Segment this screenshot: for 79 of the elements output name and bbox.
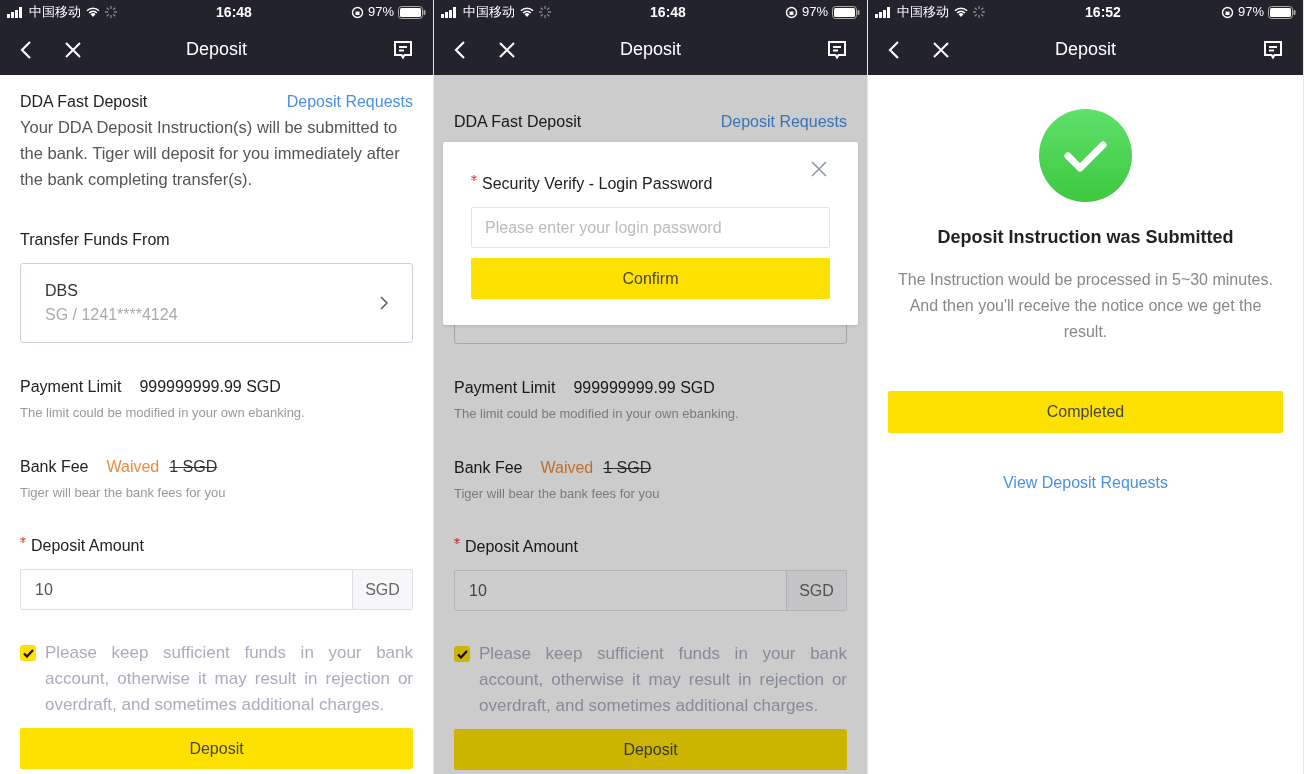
account-number: SG / 1241****4124 [45, 305, 178, 325]
completed-button[interactable]: Completed [888, 391, 1283, 433]
back-icon[interactable] [20, 39, 32, 60]
field-label: Payment Limit [20, 377, 122, 397]
chevron-right-icon [380, 296, 388, 310]
payment-limit-value: 999999999.99 SGD [139, 377, 281, 397]
message-icon[interactable] [1263, 39, 1283, 60]
password-field[interactable]: Please enter your login password [471, 207, 830, 248]
payment-limit-value: 999999999.99 SGD [573, 378, 715, 398]
description: Your DDA Deposit Instruction(s) will be submitted to the bank. Tiger will deposit for you immediately after the bank completing transfer(s). [20, 117, 401, 190]
wifi-icon [519, 6, 535, 18]
waived-label: Waived [106, 456, 160, 477]
carrier-name: 中国移动 [463, 3, 515, 22]
battery-percent: 97% [801, 3, 828, 22]
section-title: DDA Fast Deposit [20, 92, 148, 112]
dialog-title: Security Verify - Login Password [482, 175, 713, 192]
back-icon[interactable] [454, 39, 466, 60]
success-check-icon [1039, 109, 1132, 202]
success-title: Deposit Instruction was Submitted [937, 226, 1234, 249]
hint-text: The limit could be modified in your own ebanking. [20, 404, 306, 422]
signal-icon [7, 6, 25, 18]
checkbox[interactable] [20, 645, 36, 661]
status-time: 16:48 [650, 2, 686, 22]
amount-field[interactable]: 10 SGD [20, 569, 413, 610]
hint-text: Tiger will bear the bank fees for you [20, 483, 227, 502]
required-icon [471, 175, 477, 181]
signal-icon [875, 6, 893, 18]
checkbox[interactable] [454, 646, 470, 662]
wifi-icon [953, 6, 969, 18]
rotation-lock-icon [784, 5, 798, 19]
deposit-button[interactable]: Deposit [454, 729, 847, 770]
agreement-text: Please keep sufficient funds in your bank account, otherwise it may result in rejection or overdraft, and sometimes additional charges. [479, 643, 847, 717]
wifi-icon [85, 6, 101, 18]
original-fee: 1 SGD [169, 456, 218, 477]
battery-icon [1268, 5, 1296, 19]
back-icon[interactable] [888, 39, 900, 60]
required-icon [20, 537, 26, 543]
original-fee: 1 SGD [603, 457, 652, 478]
amount-value: 10 [468, 580, 488, 601]
amount-field[interactable]: 10 SGD [454, 570, 847, 611]
hint-text: The limit could be modified in your own ebanking. [454, 405, 740, 423]
field-label: Bank Fee [20, 456, 89, 477]
rotation-lock-icon [1220, 5, 1234, 19]
battery-icon [398, 5, 426, 19]
field-label: Deposit Amount [465, 538, 578, 555]
field-label: Payment Limit [454, 378, 556, 398]
status-time: 16:52 [1085, 2, 1121, 22]
message-icon[interactable] [393, 39, 413, 60]
agreement-text: Please keep sufficient funds in your bank account, otherwise it may result in rejection or overdraft, and sometimes additional charges. [45, 642, 413, 716]
deposit-button[interactable]: Deposit [20, 728, 413, 769]
page-title: Deposit [1055, 38, 1116, 61]
currency-unit: SGD [352, 570, 412, 609]
bank-name: DBS [45, 281, 79, 301]
waived-label: Waived [540, 457, 594, 478]
page-title: Deposit [620, 38, 681, 61]
loading-icon [973, 6, 985, 18]
battery-percent: 97% [1237, 3, 1264, 22]
message-icon[interactable] [827, 39, 847, 60]
rotation-lock-icon [350, 5, 364, 19]
bank-account-selector[interactable]: DBS SG / 1241****4124 [20, 263, 413, 343]
field-label: Deposit Amount [31, 537, 144, 554]
loading-icon [539, 6, 551, 18]
battery-icon [832, 5, 860, 19]
amount-value: 10 [34, 579, 54, 600]
field-label: Bank Fee [454, 457, 523, 478]
status-time: 16:48 [216, 2, 252, 22]
section-title: DDA Fast Deposit [454, 112, 582, 132]
required-icon [454, 538, 460, 544]
field-label: Transfer Funds From [20, 230, 171, 250]
currency-unit: SGD [786, 571, 846, 610]
battery-percent: 97% [367, 3, 394, 22]
signal-icon [441, 6, 459, 18]
loading-icon [105, 6, 117, 18]
carrier-name: 中国移动 [29, 3, 81, 22]
success-message: The Instruction would be processed in 5~30 minutes. And then you'll receive the notice once we get the result. [897, 270, 1274, 342]
confirm-button[interactable]: Confirm [471, 258, 830, 299]
hint-text: Tiger will bear the bank fees for you [454, 484, 661, 503]
carrier-name: 中国移动 [897, 3, 949, 22]
page-title: Deposit [186, 38, 247, 61]
